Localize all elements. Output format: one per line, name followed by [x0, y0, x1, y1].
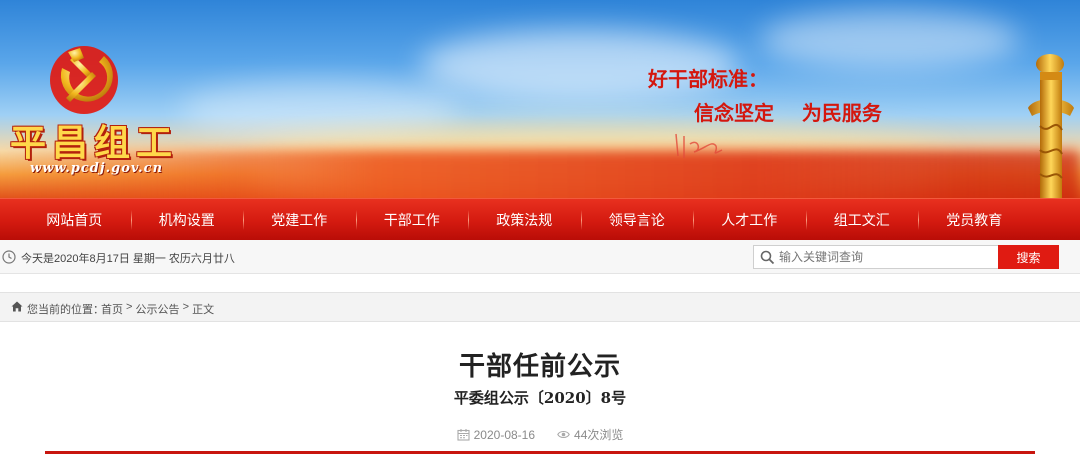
breadcrumb-item-current: 正文: [192, 304, 215, 316]
breadcrumb-prefix: 您当前的位置：: [27, 304, 104, 316]
site-url: www.pcdj.gov.cn: [30, 161, 164, 176]
calligraphy-signature: [675, 133, 723, 158]
cloud-decoration: [180, 80, 460, 140]
nav-item-party-building[interactable]: 党建工作: [243, 199, 356, 241]
nav-item-member-education[interactable]: 党员教育: [918, 199, 1031, 241]
huabiao-pillar-icon: [1028, 54, 1074, 198]
nav-item-talent-work[interactable]: 人才工作: [693, 199, 806, 241]
breadcrumb-item-home[interactable]: 首页: [101, 301, 123, 317]
main-nav: 网站首页 机构设置 党建工作 干部工作 政策法规 领导言论 人才工作 组工文汇 …: [0, 198, 1080, 240]
document-number: 平委组公示〔2020〕8号: [453, 389, 627, 407]
breadcrumb-separator: >: [179, 301, 193, 313]
slogan-text: 信念坚定 为民服务: [694, 101, 882, 125]
publish-date: 2020-08-16: [457, 426, 535, 443]
view-count: 44次浏览: [557, 426, 623, 443]
nav-item-cadre-work[interactable]: 干部工作: [355, 199, 469, 241]
current-date: 今天是2020年8月17日 星期一 农历六月廿八: [21, 253, 235, 265]
site-title[interactable]: 平昌组工: [10, 114, 178, 166]
nav-item-organization[interactable]: 机构设置: [130, 199, 244, 241]
nav-item-home[interactable]: 网站首页: [18, 199, 131, 241]
nav-item-leader-speeches[interactable]: 领导言论: [580, 199, 694, 241]
calendar-icon: [457, 429, 470, 441]
header-banner: 平昌组工 www.pcdj.gov.cn 好干部标准： 信念坚定 为民服务: [0, 0, 1080, 198]
party-emblem-icon[interactable]: [44, 38, 124, 118]
article-title: 干部任前公示: [458, 351, 621, 381]
info-bar: 今天是2020年8月17日 星期一 农历六月廿八 搜索: [0, 240, 1080, 274]
article-meta: 2020-08-16 44次浏览: [0, 426, 1080, 443]
home-icon: [11, 301, 23, 312]
breadcrumb-item-announcements[interactable]: 公示公告: [136, 301, 180, 317]
clock-icon: [2, 250, 16, 264]
search-input[interactable]: [779, 246, 994, 268]
breadcrumb-separator: >: [123, 301, 136, 313]
publish-date-text: 2020-08-16: [473, 427, 536, 442]
cloud-decoration: [760, 10, 1020, 70]
nav-item-articles[interactable]: 组工文汇: [805, 199, 919, 241]
search-button[interactable]: 搜索: [998, 245, 1059, 269]
slogan-heading: 好干部标准：: [648, 67, 768, 91]
breadcrumb: 您当前的位置： 首页 > 公示公告 > 正文: [0, 292, 1080, 322]
search-icon: [760, 250, 775, 265]
view-count-text: 44次浏览: [574, 428, 624, 442]
search-box: [753, 245, 999, 269]
nav-item-policies[interactable]: 政策法规: [468, 199, 581, 241]
eye-icon: [557, 430, 570, 439]
